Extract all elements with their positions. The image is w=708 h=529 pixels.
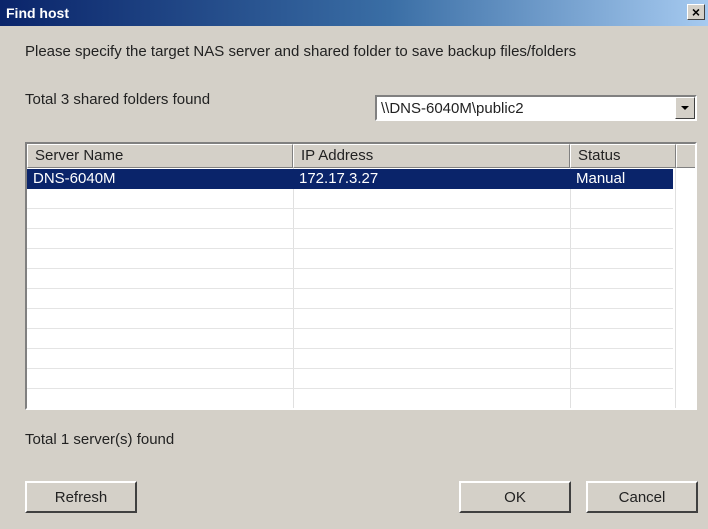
refresh-button[interactable]: Refresh — [25, 481, 137, 513]
shared-folder-value: \\DNS-6040M\public2 — [381, 100, 524, 117]
close-button[interactable]: × — [687, 4, 705, 20]
column-divider — [675, 168, 676, 408]
cell-status: Manual — [576, 170, 626, 187]
table-row-empty — [27, 369, 673, 389]
table-row-empty — [27, 249, 673, 269]
cell-server-name: DNS-6040M — [33, 170, 116, 187]
table-row-empty — [27, 209, 673, 229]
table-row-empty — [27, 269, 673, 289]
table-row-empty — [27, 329, 673, 349]
column-header-ip-address[interactable]: IP Address — [293, 144, 570, 168]
servers-count: Total 1 server(s) found — [25, 431, 175, 448]
server-table[interactable]: Server Name IP Address Status DNS-6040M 1… — [25, 142, 697, 410]
window-title: Find host — [6, 5, 69, 21]
close-icon: × — [691, 4, 701, 20]
cell-ip-address: 172.17.3.27 — [299, 170, 379, 187]
ok-button[interactable]: OK — [459, 481, 571, 513]
dropdown-button[interactable] — [675, 97, 695, 119]
table-row-empty — [27, 349, 673, 369]
table-row-empty — [27, 229, 673, 249]
shared-folders-count: Total 3 shared folders found — [25, 91, 211, 108]
chevron-down-icon — [681, 106, 689, 110]
table-row-empty — [27, 189, 673, 209]
instruction-text: Please specify the target NAS server and… — [25, 43, 577, 60]
table-row-empty — [27, 289, 673, 309]
shared-folder-dropdown[interactable]: \\DNS-6040M\public2 — [375, 95, 697, 121]
column-header-status[interactable]: Status — [570, 144, 676, 168]
column-header-server-name[interactable]: Server Name — [27, 144, 293, 168]
table-row-empty — [27, 389, 673, 408]
table-row[interactable]: DNS-6040M 172.17.3.27 Manual — [27, 169, 673, 189]
column-header-filler — [676, 144, 695, 168]
table-row-empty — [27, 309, 673, 329]
cancel-button[interactable]: Cancel — [586, 481, 698, 513]
title-bar: Find host × — [0, 0, 708, 26]
